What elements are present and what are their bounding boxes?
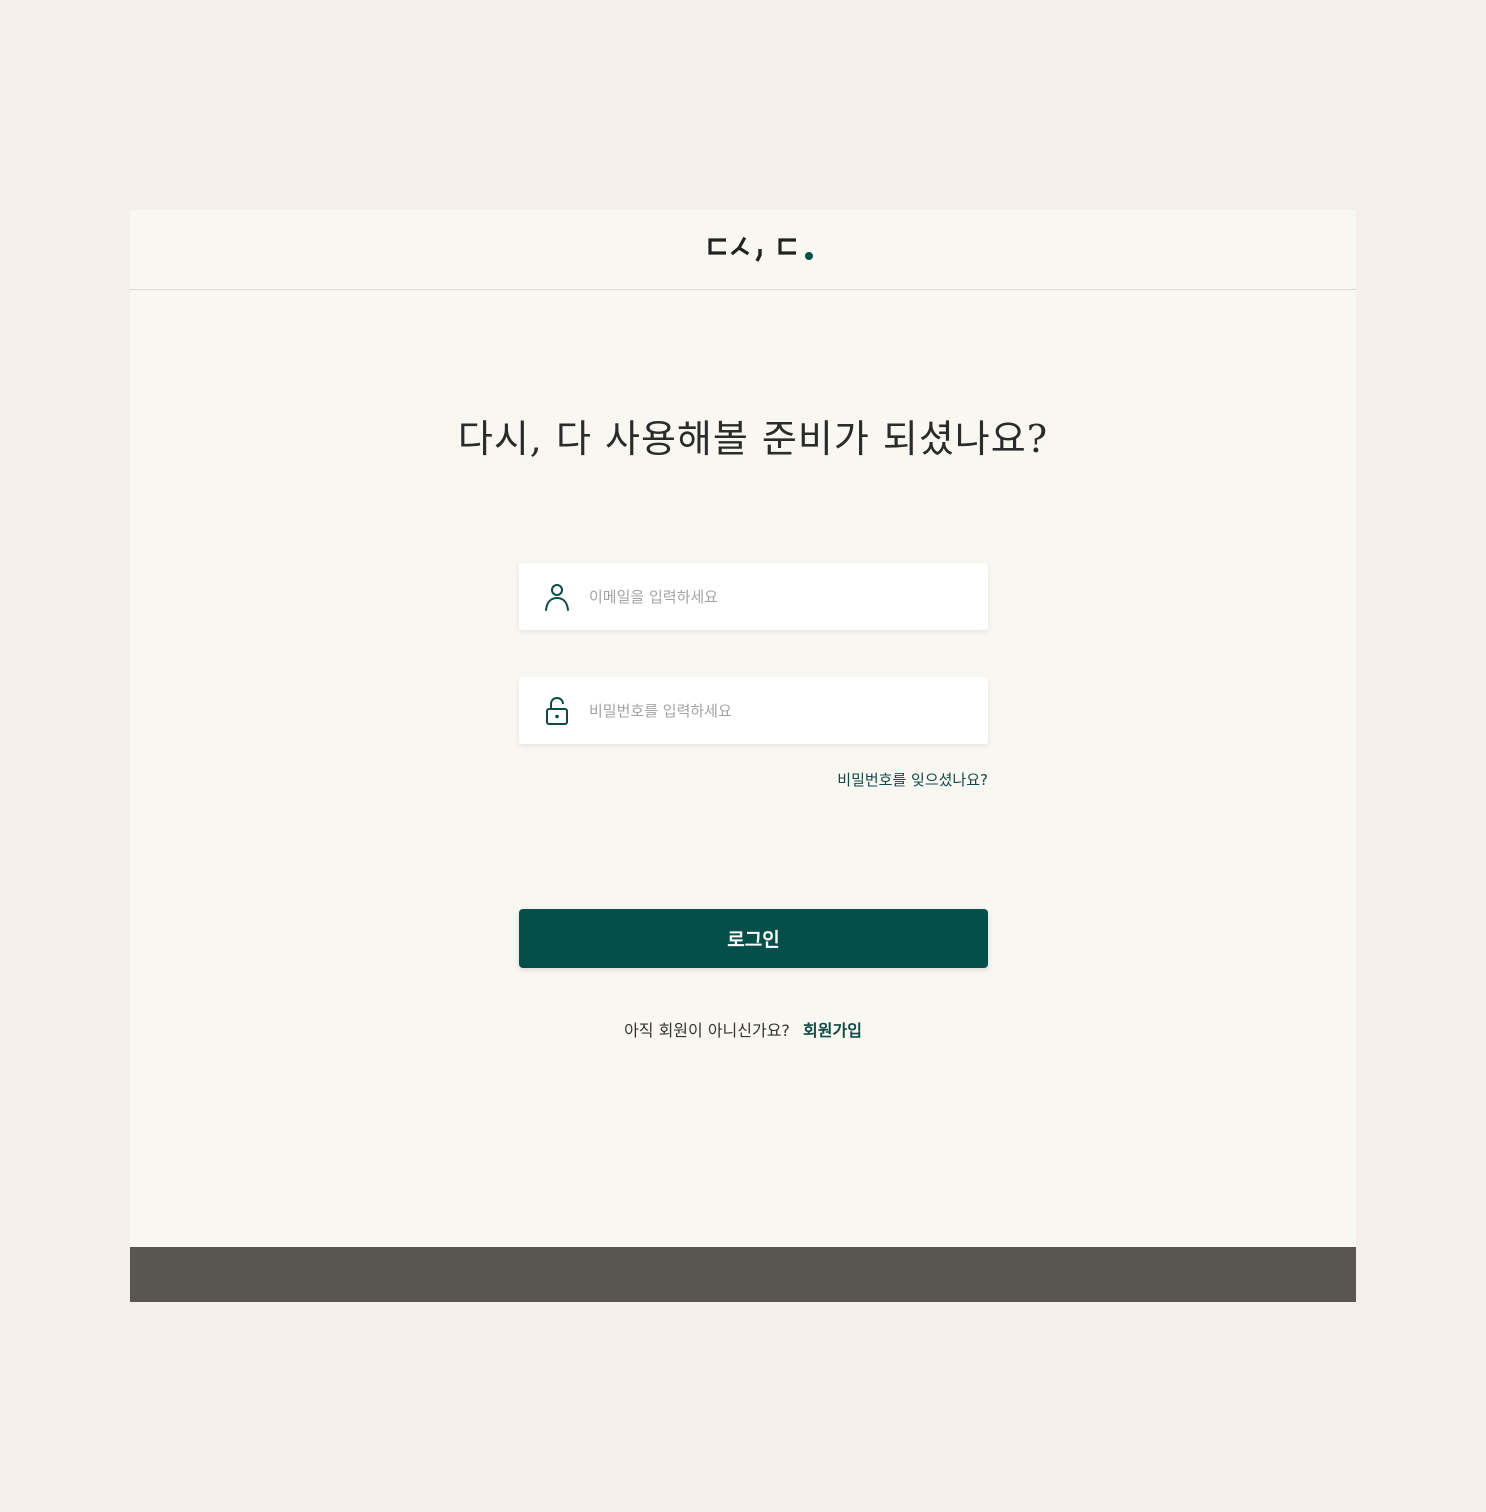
- signup-prompt: 아직 회원이 아니신가요?: [624, 1021, 790, 1040]
- password-field[interactable]: [519, 677, 988, 744]
- login-main: 다시, 다 사용해볼 준비가 되셨나요? 비밀번호를 잊으셨나요? 로: [130, 291, 1356, 1247]
- user-icon: [543, 582, 571, 612]
- header: [130, 210, 1356, 290]
- email-input[interactable]: [589, 563, 988, 630]
- page-title: 다시, 다 사용해볼 준비가 되셨나요?: [457, 417, 1049, 461]
- login-button[interactable]: 로그인: [519, 909, 988, 968]
- brand-logo[interactable]: [708, 234, 818, 264]
- email-field[interactable]: [519, 563, 988, 630]
- footer: [130, 1247, 1356, 1302]
- lock-icon: [543, 696, 571, 726]
- forgot-password-link[interactable]: 비밀번호를 잊으셨나요?: [730, 769, 988, 790]
- signup-row: 아직 회원이 아니신가요? 회원가입: [130, 1017, 1356, 1041]
- password-input[interactable]: [589, 677, 988, 744]
- login-page: 다시, 다 사용해볼 준비가 되셨나요? 비밀번호를 잊으셨나요? 로: [130, 210, 1356, 1302]
- signup-link[interactable]: 회원가입: [803, 1021, 862, 1040]
